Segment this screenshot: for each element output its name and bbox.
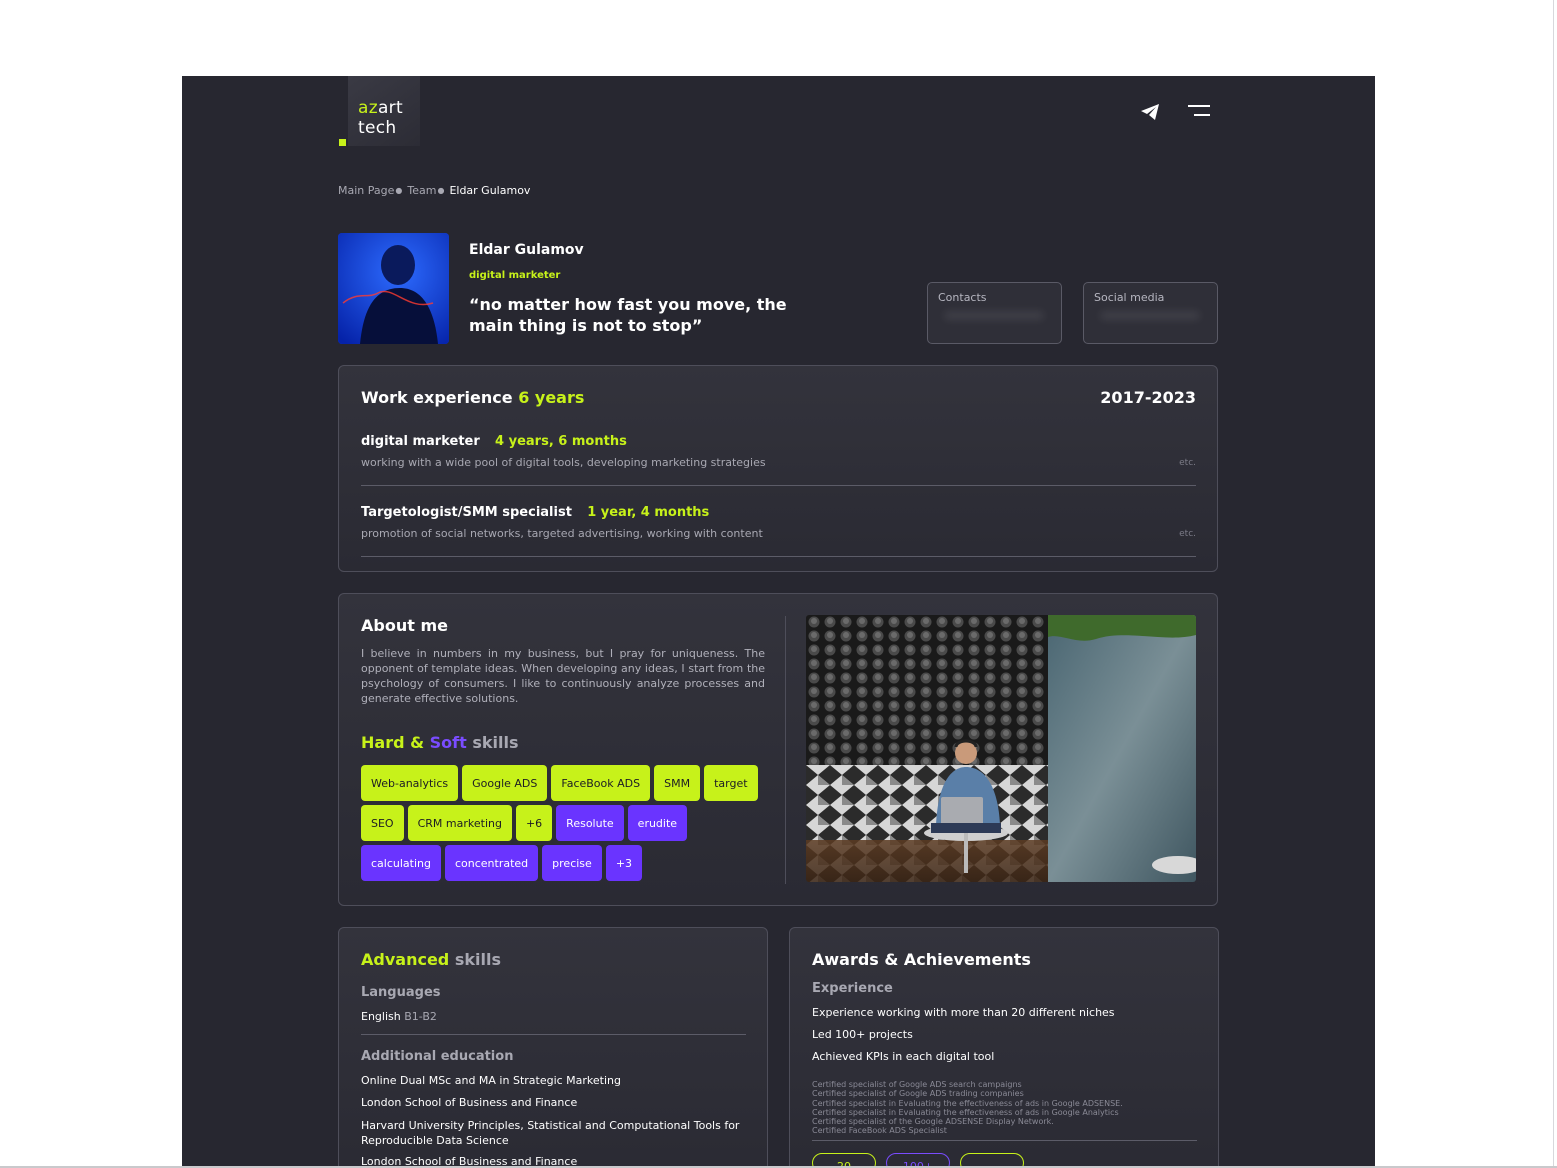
achievement-item: Achieved KPIs in each digital tool: [812, 1050, 995, 1063]
job-description: promotion of social networks, targeted a…: [361, 527, 763, 540]
job-title: digital marketer: [361, 434, 480, 449]
certificate-item: Certified specialist of Google ADS tradi…: [812, 1089, 1024, 1099]
experience-title: Experience: [812, 981, 893, 996]
achievement-item: Experience working with more than 20 dif…: [812, 1006, 1115, 1019]
awards-card: Awards & Achievements Experience Experie…: [789, 927, 1219, 1168]
more-soft-skills-chip[interactable]: +3: [605, 845, 643, 881]
breadcrumb-main-page[interactable]: Main Page: [338, 184, 394, 197]
profile-role: digital marketer: [469, 270, 561, 281]
skill-chip[interactable]: FaceBook ADS: [551, 765, 651, 801]
skill-chip[interactable]: CRM marketing: [407, 805, 512, 841]
logo-text-1: art: [377, 98, 403, 118]
advanced-skills-card: Advanced skills Languages English B1-B2 …: [338, 927, 768, 1168]
education-item: London School of Business and Finance: [361, 1096, 578, 1109]
education-title: Additional education: [361, 1049, 514, 1064]
about-card: About me I believe in numbers in my busi…: [338, 593, 1218, 906]
job-duration: 1 year, 4 months: [587, 505, 710, 520]
contacts-button[interactable]: Contacts: [927, 282, 1062, 344]
about-title: About me: [361, 616, 448, 635]
job-etc: etc.: [1179, 529, 1196, 539]
skill-chip[interactable]: SMM: [654, 765, 701, 801]
breadcrumb-current: Eldar Gulamov: [449, 184, 531, 197]
job-item: Targetologist/SMM specialist 1 year, 4 m…: [361, 501, 1196, 557]
skills-title: Hard & Soft skills: [361, 733, 519, 752]
avatar: [338, 233, 449, 344]
social-media-label: Social media: [1094, 291, 1165, 304]
soft-skill-chip[interactable]: precise: [542, 845, 602, 881]
logo[interactable]: azart tech: [348, 76, 420, 146]
languages-title: Languages: [361, 985, 441, 1000]
paper-plane-icon[interactable]: [1140, 103, 1160, 121]
social-media-button[interactable]: Social media: [1083, 282, 1218, 344]
profile-name: Eldar Gulamov: [469, 242, 584, 258]
job-title: Targetologist/SMM specialist: [361, 505, 572, 520]
skill-chip[interactable]: SEO: [361, 805, 404, 841]
awards-title: Awards & Achievements: [812, 950, 1031, 969]
education-item: Online Dual MSc and MA in Strategic Mark…: [361, 1074, 622, 1087]
skill-chip[interactable]: Web-analytics: [361, 765, 459, 801]
more-hard-skills-chip[interactable]: +6: [515, 805, 553, 841]
about-text: I believe in numbers in my business, but…: [361, 647, 765, 705]
hamburger-icon[interactable]: [1186, 104, 1210, 118]
divider: [812, 1140, 1197, 1141]
certificates-list: Certified specialist of Google ADS searc…: [812, 1080, 1123, 1136]
certificate-item: Certified specialist in Evaluating the e…: [812, 1098, 1123, 1108]
divider: [361, 1034, 746, 1035]
work-title: Work experience 6 years: [361, 388, 585, 407]
job-duration: 4 years, 6 months: [495, 434, 627, 449]
page-edge: [1553, 0, 1554, 1168]
site-frame: azart tech Main Page ● Team ● Eldar Gulamo…: [182, 76, 1375, 1168]
about-photo: [806, 615, 1196, 882]
skills-chips: Web-analytics Google ADS FaceBook ADS SM…: [361, 765, 771, 881]
profile-quote: “no matter how fast you move, the main t…: [469, 295, 787, 335]
logo-accent: az: [358, 98, 378, 118]
job-item: digital marketer 4 years, 6 months worki…: [361, 430, 1196, 486]
divider: [785, 616, 786, 884]
certificate-item: Certified FaceBook ADS Specialist: [812, 1126, 947, 1136]
language-item: English B1-B2: [361, 1010, 437, 1023]
breadcrumb-team[interactable]: Team: [407, 184, 436, 197]
job-etc: etc.: [1179, 458, 1196, 468]
certificate-item: Certified specialist of Google ADS searc…: [812, 1080, 1022, 1089]
advanced-title: Advanced skills: [361, 950, 501, 969]
work-range: 2017-2023: [1100, 388, 1196, 407]
work-years: 6 years: [518, 388, 585, 407]
soft-skill-chip[interactable]: Resolute: [556, 805, 624, 841]
soft-skill-chip[interactable]: calculating: [361, 845, 441, 881]
soft-skill-chip[interactable]: concentrated: [444, 845, 539, 881]
contacts-label: Contacts: [938, 291, 987, 304]
job-description: working with a wide pool of digital tool…: [361, 456, 766, 469]
education-item: Harvard University Principles, Statistic…: [361, 1119, 740, 1147]
certificate-item: Certified specialist of the Google ADSEN…: [812, 1117, 1054, 1127]
work-experience-card: Work experience 6 years 2017-2023 digita…: [338, 365, 1218, 572]
skill-chip[interactable]: Google ADS: [462, 765, 548, 801]
achievement-item: Led 100+ projects: [812, 1028, 913, 1041]
breadcrumb: Main Page ● Team ● Eldar Gulamov: [338, 184, 531, 197]
logo-dot: [339, 139, 346, 146]
logo-text-2: tech: [358, 118, 397, 138]
skill-chip[interactable]: target: [704, 765, 758, 801]
soft-skill-chip[interactable]: erudite: [627, 805, 688, 841]
certificate-item: Certified specialist in Evaluating the e…: [812, 1107, 1119, 1117]
